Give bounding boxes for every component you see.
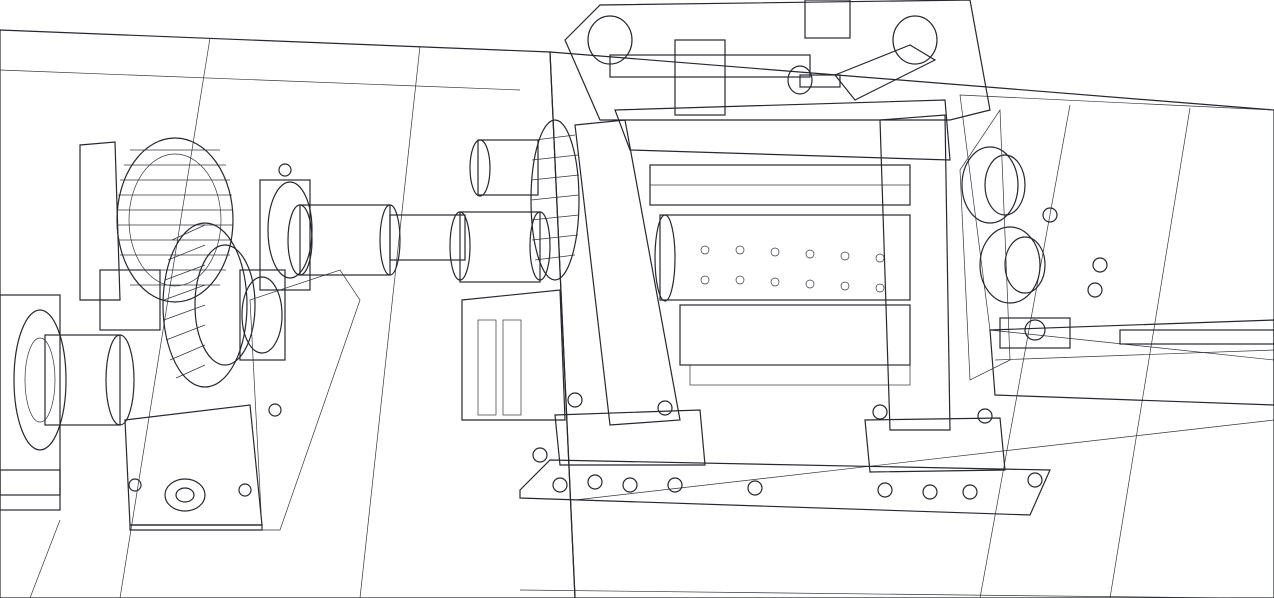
top-linkage-arm [834,44,937,101]
cad-assembly-view [0,0,1274,598]
roll-change-rail [989,317,1274,406]
floor-slab-right [549,51,1274,598]
large-gear [116,137,234,303]
lower-work-roll [654,214,911,302]
pinion-stand [461,119,580,421]
drive-motor [0,294,135,511]
housing-post-left [574,119,681,426]
output-shaft-end [164,478,206,512]
upper-work-roll [649,164,911,206]
drive-spindle [287,204,551,283]
floor-slab-left [0,29,576,598]
roll-stand-housing [564,0,1046,431]
gearbox-housing [124,404,263,526]
anchor-bolts [128,163,1108,500]
pinion-gear [162,222,256,388]
floor-joint-lines [0,37,1274,598]
housing-post-right [879,114,951,431]
gear-reducer [79,137,361,531]
floor-slabs [0,29,1274,598]
